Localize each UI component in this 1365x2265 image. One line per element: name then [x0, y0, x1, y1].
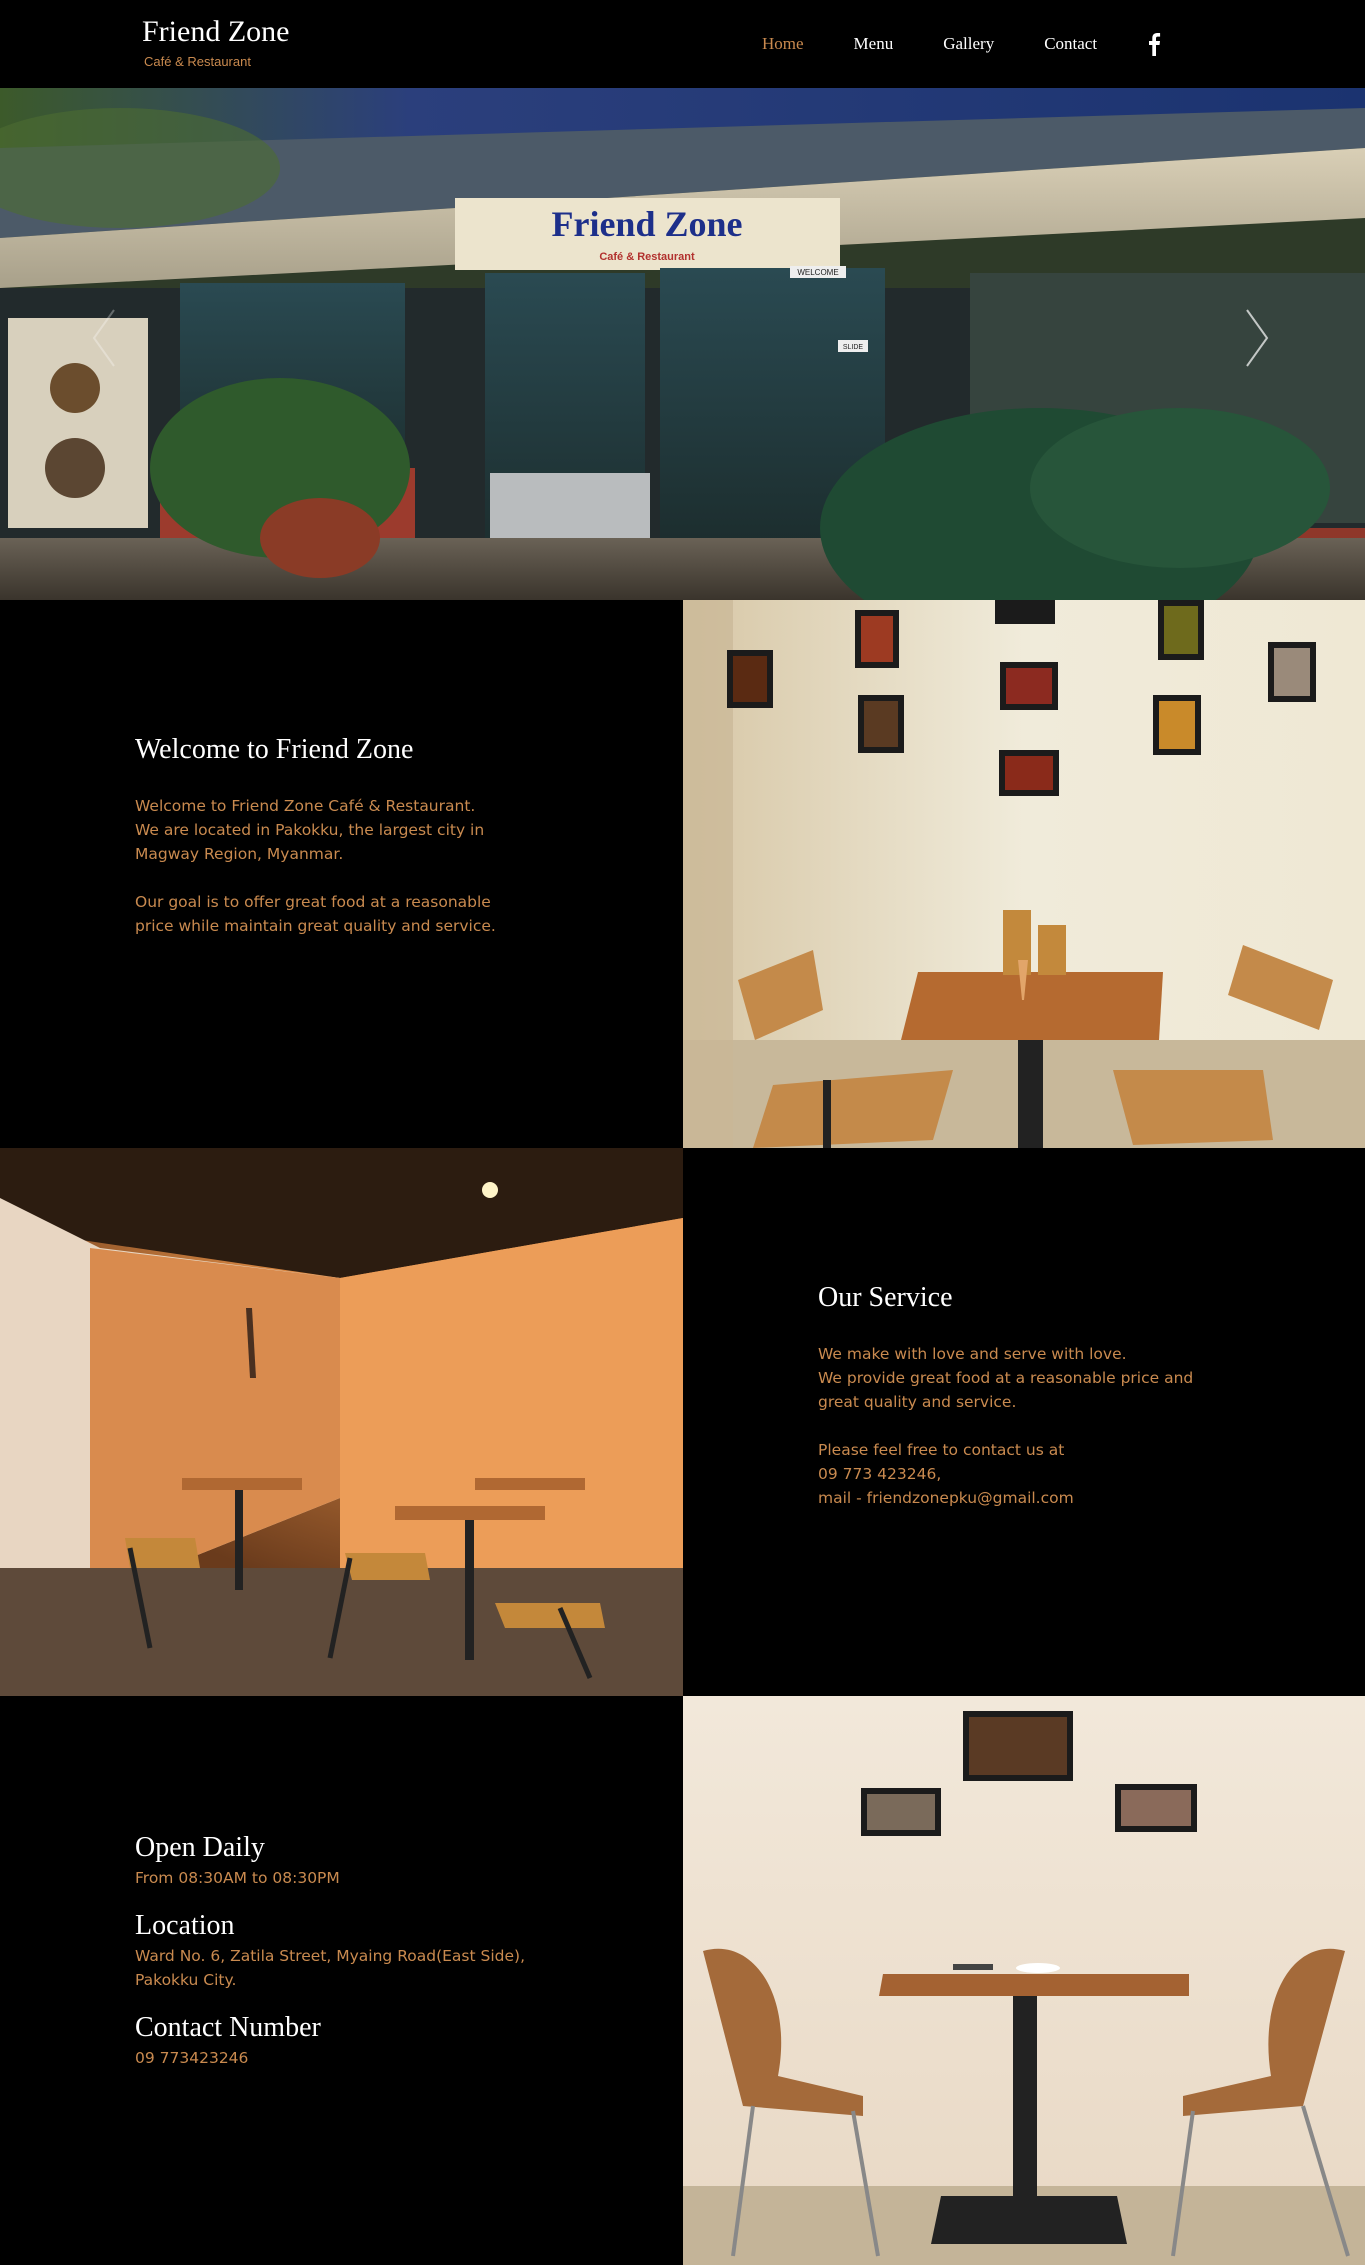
main-nav: Home Menu Gallery Contact — [762, 32, 1161, 56]
welcome-line: We are located in Pakokku, the largest c… — [135, 821, 485, 839]
contact-phone[interactable]: 09 773 423246, — [818, 1462, 1298, 1486]
contact-heading: Contact Number — [135, 2012, 321, 2043]
welcome-line: Magway Region, Myanmar. — [135, 845, 344, 863]
service-line: We make with love and serve with love. — [818, 1345, 1127, 1363]
hero-sign-subtitle: Café & Restaurant — [599, 251, 695, 263]
hero-slideshow: Friend Zone Café & Restaurant WELCOME SL… — [0, 88, 1365, 600]
welcome-heading: Welcome to Friend Zone — [135, 734, 414, 765]
nav-home[interactable]: Home — [762, 34, 804, 54]
storefront-photo: Friend Zone Café & Restaurant WELCOME SL… — [0, 88, 1365, 600]
cafe-table-photo — [683, 600, 1365, 1148]
hero-sign-title: Friend Zone — [551, 204, 742, 244]
contact-line: Please feel free to contact us at — [818, 1441, 1065, 1459]
service-section: Our Service We make with love and serve … — [0, 1148, 1365, 1696]
address-line: Pakokku City. — [135, 1971, 237, 1989]
brand-logo[interactable]: Friend Zone Café & Restaurant — [142, 14, 289, 69]
info-section: Open Daily From 08:30AM to 08:30PM Locat… — [0, 1696, 1365, 2265]
brand-subtitle: Café & Restaurant — [144, 54, 251, 69]
service-panel: Our Service We make with love and serve … — [683, 1148, 1365, 1696]
location-address: Ward No. 6, Zatila Street, Myaing Road(E… — [135, 1944, 615, 1992]
service-heading: Our Service — [818, 1282, 953, 1313]
dining-room-photo — [0, 1148, 683, 1696]
site-header: Friend Zone Café & Restaurant Home Menu … — [0, 0, 1365, 88]
service-text: We make with love and serve with love. W… — [818, 1342, 1298, 1510]
contact-number[interactable]: 09 773423246 — [135, 2046, 615, 2070]
welcome-panel: Welcome to Friend Zone Welcome to Friend… — [0, 600, 683, 1148]
facebook-icon[interactable] — [1147, 32, 1161, 56]
brand-title: Friend Zone — [142, 15, 290, 48]
welcome-text: Welcome to Friend Zone Café & Restaurant… — [135, 794, 615, 938]
address-line: Ward No. 6, Zatila Street, Myaing Road(E… — [135, 1947, 526, 1965]
coffee-table-photo — [683, 1696, 1365, 2265]
nav-menu[interactable]: Menu — [854, 34, 894, 54]
service-line: We provide great food at a reasonable pr… — [818, 1369, 1194, 1387]
info-panel: Open Daily From 08:30AM to 08:30PM Locat… — [0, 1696, 683, 2265]
goal-line: Our goal is to offer great food at a rea… — [135, 893, 491, 911]
goal-line: price while maintain great quality and s… — [135, 917, 496, 935]
open-hours: From 08:30AM to 08:30PM — [135, 1869, 340, 1887]
slide-sign: SLIDE — [843, 344, 864, 351]
nav-gallery[interactable]: Gallery — [943, 34, 994, 54]
location-heading: Location — [135, 1910, 235, 1941]
chevron-left-icon[interactable] — [90, 308, 118, 368]
welcome-section: Welcome to Friend Zone Welcome to Friend… — [0, 600, 1365, 1148]
service-line: great quality and service. — [818, 1393, 1017, 1411]
nav-contact[interactable]: Contact — [1044, 34, 1097, 54]
open-heading: Open Daily — [135, 1832, 265, 1863]
contact-email[interactable]: mail - friendzonepku@gmail.com — [818, 1486, 1298, 1510]
welcome-sign: WELCOME — [797, 268, 838, 277]
chevron-right-icon[interactable] — [1243, 308, 1271, 368]
welcome-line: Welcome to Friend Zone Café & Restaurant… — [135, 797, 476, 815]
